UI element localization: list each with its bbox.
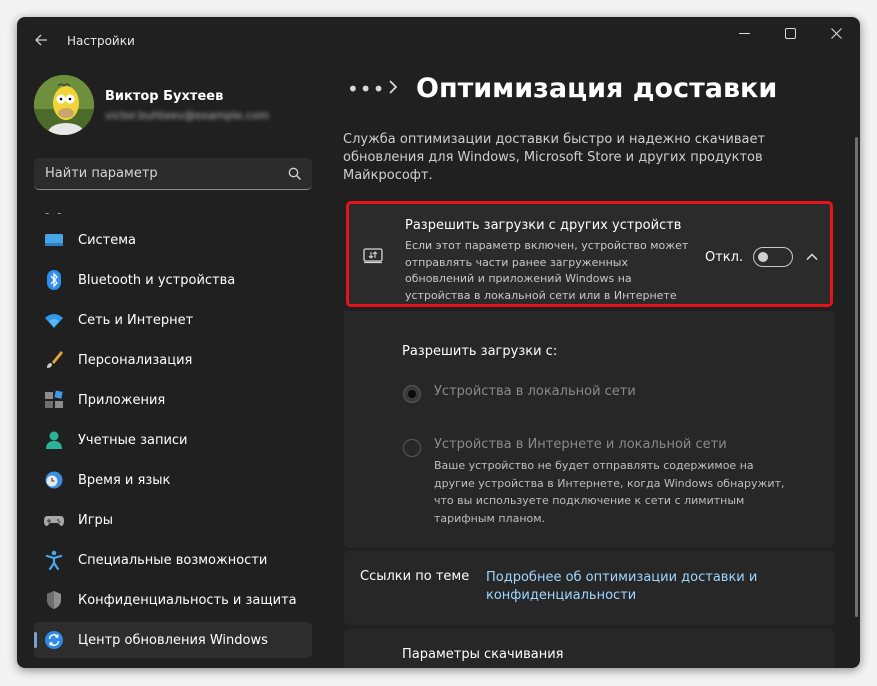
sidebar-item-label: Конфиденциальность и защита [78, 592, 297, 608]
brush-icon [44, 350, 64, 370]
minimize-icon [738, 32, 750, 34]
search-placeholder: Найти параметр [45, 166, 158, 181]
toggle-state-label: Откл. [705, 250, 744, 265]
clock-globe-icon [44, 470, 64, 490]
nav-scroll-indicator: - - [45, 206, 64, 220]
sidebar-item-label: Сеть и Интернет [78, 312, 194, 328]
allow-downloads-from-label: Разрешить загрузки с: [402, 344, 558, 359]
sidebar-item-accounts[interactable]: Учетные записи [34, 422, 312, 458]
active-indicator [34, 632, 37, 648]
sidebar-item-bluetooth[interactable]: Bluetooth и устройства [34, 262, 312, 298]
download-settings-card[interactable]: Параметры скачивания [344, 629, 834, 668]
title-bar: Настройки [17, 17, 860, 65]
toggle-knob [758, 252, 768, 262]
bluetooth-icon [44, 270, 64, 290]
accessibility-icon [44, 550, 64, 570]
sidebar-item-label: Игры [78, 512, 114, 528]
related-links-label: Ссылки по теме [360, 569, 470, 584]
avatar[interactable] [34, 75, 94, 135]
sidebar-item-privacy[interactable]: Конфиденциальность и защита [34, 582, 312, 618]
page-description: Служба оптимизации доставки быстро и над… [343, 132, 766, 183]
gamepad-icon [44, 510, 64, 530]
sidebar-item-label: Учетные записи [78, 432, 188, 448]
sidebar-item-windows-update[interactable]: Центр обновления Windows [34, 622, 312, 658]
minimize-button[interactable] [721, 17, 767, 49]
sidebar-item-time-language[interactable]: Время и язык [34, 462, 312, 498]
related-links-card: Ссылки по теме Подробнее об оптимизации … [344, 551, 834, 625]
back-button[interactable] [29, 30, 53, 54]
allow-downloads-options: Разрешить загрузки с: Устройства в локал… [344, 311, 834, 548]
sidebar-item-label: Центр обновления Windows [78, 632, 268, 648]
allow-downloads-card[interactable]: Разрешить загрузки с других устройств Ес… [346, 201, 833, 307]
sidebar-item-accessibility[interactable]: Специальные возможности [34, 542, 312, 578]
privacy-info-link[interactable]: Подробнее об оптимизации доставки и конф… [486, 569, 766, 605]
avatar-image-icon [34, 75, 94, 135]
apps-icon [44, 390, 64, 410]
sidebar-item-personalization[interactable]: Персонализация [34, 342, 312, 378]
maximize-button[interactable] [767, 17, 813, 49]
radio-internet-and-local[interactable] [403, 439, 421, 457]
search-icon[interactable] [288, 166, 302, 185]
user-email: victor.buhteev@example.com [105, 109, 270, 122]
person-icon [44, 430, 64, 450]
radio-local-network-label: Устройства в локальной сети [434, 384, 636, 399]
sidebar-item-label: Персонализация [78, 352, 193, 368]
page-title: Оптимизация доставки [416, 73, 778, 104]
monitor-icon [44, 230, 64, 250]
sidebar-nav: Система Bluetooth и устройства Сеть и Ин… [34, 222, 312, 662]
maximize-icon [784, 27, 796, 39]
close-icon [830, 27, 842, 39]
user-name: Виктор Бухтеев [105, 89, 224, 104]
search-input[interactable]: Найти параметр [34, 158, 312, 190]
main-scrollbar[interactable] [855, 137, 858, 617]
shield-icon [44, 590, 64, 610]
chevron-up-icon[interactable] [805, 249, 819, 268]
window-title: Настройки [67, 34, 135, 48]
sidebar-item-network[interactable]: Сеть и Интернет [34, 302, 312, 338]
sidebar-item-label: Система [78, 232, 137, 248]
allow-downloads-title: Разрешить загрузки с других устройств [405, 218, 682, 233]
update-icon [44, 630, 64, 650]
download-settings-label: Параметры скачивания [402, 647, 564, 662]
sidebar-item-system[interactable]: Система [34, 222, 312, 258]
allow-downloads-description: Если этот параметр включен, устройство м… [405, 239, 689, 302]
breadcrumb-chevron-icon [387, 79, 399, 100]
radio-internet-and-local-label: Устройства в Интернете и локальной сети [434, 437, 727, 452]
breadcrumb-more-button[interactable]: ••• [347, 77, 385, 101]
delivery-optimization-icon [363, 248, 383, 268]
radio-internet-description: Ваше устройство не будет отправлять соде… [434, 459, 785, 525]
allow-downloads-toggle[interactable] [753, 247, 793, 267]
sidebar-item-apps[interactable]: Приложения [34, 382, 312, 418]
back-arrow-icon [35, 34, 47, 46]
sidebar-item-gaming[interactable]: Игры [34, 502, 312, 538]
close-button[interactable] [813, 17, 859, 49]
settings-window: Настройки Виктор Бухтеев victor.buhteev@… [17, 17, 860, 668]
sidebar-item-label: Специальные возможности [78, 552, 268, 568]
sidebar-item-label: Время и язык [78, 472, 171, 488]
wifi-icon [44, 310, 64, 330]
sidebar-item-label: Bluetooth и устройства [78, 272, 236, 288]
sidebar-item-label: Приложения [78, 392, 166, 408]
radio-local-network[interactable] [403, 385, 421, 403]
